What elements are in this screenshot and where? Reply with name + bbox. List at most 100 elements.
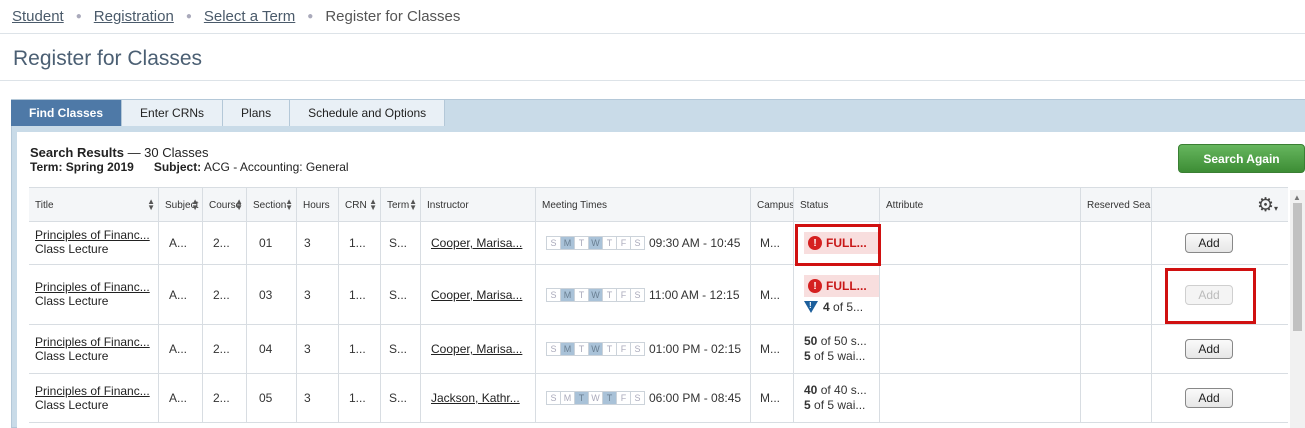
col-hours[interactable]: Hours (297, 188, 339, 221)
day-indicator: T (574, 391, 589, 405)
col-meeting-times[interactable]: Meeting Times (536, 188, 751, 221)
col-crn-label: CRN (345, 200, 367, 211)
tab-enter-crns[interactable]: Enter CRNs (122, 100, 224, 126)
schedule-type: Class Lecture (35, 242, 109, 256)
course-title-link[interactable]: Principles of Financ... (35, 335, 158, 349)
day-indicator: T (574, 287, 589, 302)
col-title[interactable]: Title ▲ ▼ (29, 188, 159, 221)
hours-value: 3 (304, 342, 311, 356)
tab-schedule-options[interactable]: Schedule and Options (290, 100, 446, 126)
sort-icon[interactable]: ▲ ▼ (369, 198, 377, 212)
day-indicator: T (602, 236, 617, 250)
course-title-link[interactable]: Principles of Financ... (35, 384, 158, 398)
cell-term: S... (381, 325, 421, 373)
waitlist-text: of 5 wai... (814, 398, 866, 412)
seats-available: 50 of 50 s... (804, 334, 879, 349)
col-crn[interactable]: CRN ▲ ▼ (339, 188, 381, 221)
cell-section: 04 (247, 325, 297, 373)
col-status[interactable]: Status (794, 188, 880, 221)
section-value: 05 (259, 391, 273, 405)
instructor-link[interactable]: Jackson, Kathr... (431, 391, 520, 405)
table-header: Title ▲ ▼ Subject ▲ ▼ Course ▲ ▼ Section ▲ ▼ Hou… (29, 187, 1288, 222)
breadcrumb-registration[interactable]: Registration (94, 8, 174, 25)
course-title-link[interactable]: Principles of Financ... (35, 228, 158, 242)
section-value: 03 (259, 287, 273, 302)
cell-campus: M... (751, 265, 794, 324)
sort-icon[interactable]: ▲ ▼ (191, 198, 199, 212)
col-campus[interactable]: Campus (751, 188, 794, 221)
waitlist-count: 5 (804, 349, 811, 363)
subject-value: A... (169, 391, 188, 405)
cell-attribute (880, 265, 1081, 324)
vertical-scrollbar[interactable]: ▲ (1290, 190, 1305, 428)
meeting-days[interactable]: SMTWTFS (546, 342, 645, 356)
schedule-type: Class Lecture (35, 397, 109, 412)
schedule-type: Class Lecture (35, 348, 109, 363)
add-button[interactable]: Add (1185, 233, 1233, 253)
status-full-text: FULL... (826, 279, 867, 293)
search-criteria: Term: Spring 2019 Subject: ACG - Account… (30, 160, 349, 174)
col-term-label: Term (387, 200, 410, 211)
cell-reserved-seats (1081, 374, 1152, 422)
day-indicator: T (574, 236, 589, 250)
sort-icon[interactable]: ▲ ▼ (147, 198, 155, 212)
cell-meeting-times: S M T W T F S 01:00 PM - 02:15 (536, 325, 751, 373)
day-indicator: M (560, 236, 575, 250)
col-campus-label: Campus (757, 200, 794, 211)
course-value: 2... (213, 342, 230, 356)
col-section[interactable]: Section ▲ ▼ (247, 188, 297, 221)
add-button[interactable]: Add (1185, 388, 1233, 408)
col-attribute[interactable]: Attribute (880, 188, 1081, 221)
col-reserved-seats[interactable]: Reserved Sea (1081, 188, 1152, 221)
breadcrumb-student[interactable]: Student (12, 8, 64, 25)
col-course[interactable]: Course ▲ ▼ (203, 188, 247, 221)
cell-actions: Add (1152, 374, 1288, 422)
term-value: Spring 2019 (65, 160, 134, 174)
cell-crn: 1... (339, 222, 381, 264)
gear-icon[interactable]: ⚙▾ (1257, 194, 1278, 217)
tab-find-classes[interactable]: Find Classes (11, 100, 123, 126)
waitlist-seats: 5 of 5 wai... (804, 349, 879, 364)
sort-icon[interactable]: ▲ ▼ (409, 198, 417, 212)
col-hours-label: Hours (303, 200, 330, 211)
table-body: Principles of Financ... Class Lecture A.… (29, 222, 1288, 423)
section-value: 04 (259, 342, 273, 356)
col-instructor[interactable]: Instructor (421, 188, 536, 221)
meeting-time: 06:00 PM - 08:45 (649, 391, 742, 405)
campus-value: M... (760, 342, 780, 356)
seats-text: of 50 s... (820, 334, 867, 348)
course-title-link[interactable]: Principles of Financ... (35, 280, 158, 294)
seats-text: of 40 s... (820, 383, 867, 397)
instructor-link[interactable]: Cooper, Marisa... (431, 342, 522, 356)
day-indicator: T (602, 287, 617, 302)
meeting-days[interactable]: SMTWTFS (546, 391, 645, 405)
meeting-days[interactable]: SMTWTFS (546, 287, 645, 302)
subject-value: ACG - Accounting: General (203, 160, 349, 174)
instructor-link[interactable]: Cooper, Marisa... (431, 236, 522, 250)
sort-icon[interactable]: ▲ ▼ (285, 198, 293, 212)
scroll-up-icon[interactable]: ▲ (1293, 193, 1301, 202)
add-button[interactable]: Add (1185, 339, 1233, 359)
seats-count: 40 (804, 383, 818, 397)
day-indicator: F (616, 236, 631, 250)
day-indicator: S (630, 287, 645, 302)
table-row: Principles of Financ... Class Lecture A.… (29, 222, 1288, 265)
cell-course: 2... (203, 265, 247, 324)
meeting-days[interactable]: SMTWTFS (546, 236, 645, 250)
instructor-link[interactable]: Cooper, Marisa... (431, 288, 522, 302)
scrollbar-thumb[interactable] (1293, 203, 1302, 331)
col-actions: ⚙▾ (1152, 188, 1288, 221)
col-subject[interactable]: Subject ▲ ▼ (159, 188, 203, 221)
waitlist-seats: 5 of 5 wai... (804, 398, 879, 413)
sort-icon[interactable]: ▲ ▼ (235, 198, 243, 212)
campus-value: M... (760, 287, 780, 302)
col-term[interactable]: Term ▲ ▼ (381, 188, 421, 221)
cell-campus: M... (751, 222, 794, 264)
breadcrumb-select-term[interactable]: Select a Term (204, 8, 295, 25)
cell-term: S... (381, 265, 421, 324)
page-title: Register for Classes (13, 47, 203, 70)
term-value: S... (389, 391, 408, 405)
search-again-button[interactable]: Search Again (1178, 144, 1305, 173)
tab-plans[interactable]: Plans (223, 100, 291, 126)
course-value: 2... (213, 391, 230, 405)
